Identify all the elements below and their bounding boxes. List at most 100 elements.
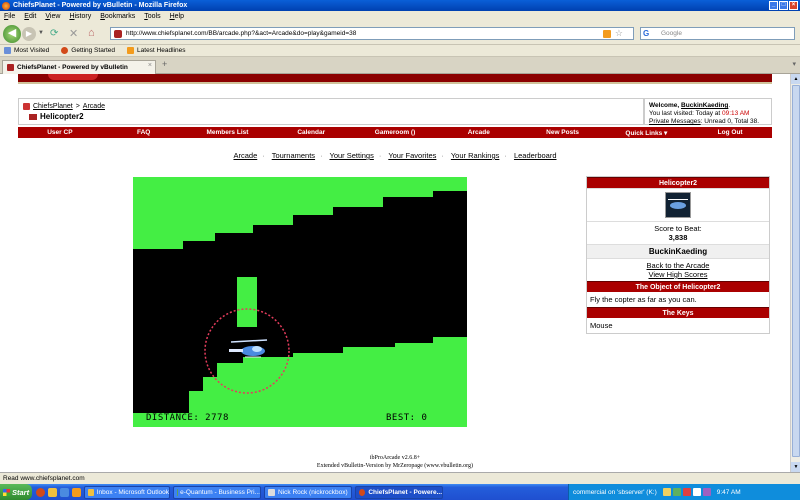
your-favorites-link[interactable]: Your Favorites (388, 151, 436, 160)
history-dropdown-icon[interactable]: ▼ (38, 30, 44, 36)
breadcrumb-separator: > (75, 103, 80, 110)
tab-list-icon[interactable]: ▾ (792, 60, 796, 68)
chat-icon (268, 488, 275, 496)
game-thumbnail[interactable] (665, 192, 691, 218)
close-button[interactable]: × (789, 1, 798, 10)
your-rankings-link[interactable]: Your Rankings (451, 151, 500, 160)
ie-quicklaunch-icon[interactable] (60, 487, 69, 497)
bookmark-most-visited[interactable]: Most Visited (4, 47, 49, 54)
nav-arcade[interactable]: Arcade (437, 129, 521, 136)
nav-dot: · (262, 151, 265, 160)
scroll-thumb[interactable] (792, 85, 800, 457)
nav-user-cp[interactable]: User CP (18, 129, 102, 136)
breadcrumb-root-link[interactable]: ChiefsPlanet (33, 103, 73, 110)
tray-antivirus-icon[interactable] (682, 488, 691, 496)
outlook-quicklaunch-icon[interactable] (48, 487, 57, 497)
start-label: Start (12, 487, 30, 497)
your-settings-link[interactable]: Your Settings (330, 151, 374, 160)
menu-tools[interactable]: Tools (144, 13, 160, 20)
best-score-readout: BEST: 0 (386, 413, 428, 423)
back-to-arcade-link[interactable]: Back to the Arcade (589, 261, 767, 270)
minimize-button[interactable]: _ (769, 1, 778, 10)
vertical-scrollbar[interactable]: ▲ ▼ (790, 74, 800, 472)
back-button[interactable]: ◀ (3, 25, 21, 43)
nav-members-list[interactable]: Members List (186, 129, 270, 136)
arcade-link[interactable]: Arcade (233, 151, 257, 160)
bookmark-star-icon[interactable]: ☆ (615, 28, 623, 39)
desktop-quicklaunch-icon[interactable] (72, 487, 81, 497)
last-visited-label: You last visited: Today at (649, 110, 721, 117)
bookmark-latest-headlines[interactable]: Latest Headlines (127, 47, 185, 54)
header-stripe (18, 82, 772, 84)
nav-faq[interactable]: FAQ (102, 129, 186, 136)
menu-bookmarks[interactable]: Bookmarks (100, 13, 135, 20)
page-content: ChiefsPlanet > Arcade Helicopter2 Welcom… (0, 74, 790, 472)
bookmark-getting-started[interactable]: Getting Started (61, 47, 115, 54)
menu-history[interactable]: History (69, 13, 91, 20)
search-bar[interactable]: G Google ⌕ (640, 27, 795, 40)
top-player: BuckinKaeding (587, 244, 769, 258)
stop-icon[interactable]: ✕ (69, 27, 78, 40)
private-messages-link[interactable]: Private Messages (649, 118, 701, 125)
menu-help[interactable]: Help (170, 13, 184, 20)
tray-clock: 9:47 AM (716, 488, 741, 496)
menu-edit[interactable]: Edit (24, 13, 36, 20)
search-input[interactable]: Google (661, 30, 682, 37)
tab-close-icon[interactable]: × (148, 62, 152, 69)
taskbar-item-equantum[interactable]: e-Quantum - Business Pri... (173, 485, 261, 499)
arcade-footer: ibProArcade v2.6.8+ Extended vBulletin-V… (0, 454, 790, 470)
reload-icon[interactable]: ⟳ (50, 28, 58, 39)
navigation-toolbar: ◀ ▶ ▼ ⟳ ✕ ⌂ http://www.chiefsplanet.com/… (0, 22, 800, 45)
cave-ceiling (133, 177, 467, 249)
helicopter-game-canvas[interactable]: DISTANCE: 2778 BEST: 0 (133, 177, 467, 427)
tray-volume-icon[interactable] (692, 488, 701, 496)
site-logo[interactable] (48, 74, 98, 80)
arcade-nav: Arcade · Tournaments · Your Settings · Your… (0, 151, 790, 160)
breadcrumb-arcade-link[interactable]: Arcade (83, 103, 105, 110)
nav-dot: · (320, 151, 323, 160)
nav-gameroom[interactable]: Gameroom () (353, 129, 437, 136)
forward-button[interactable]: ▶ (22, 27, 36, 41)
browser-tab-active[interactable]: ChiefsPlanet - Powered by vBulletin × (2, 60, 156, 74)
menu-bar: File Edit View History Bookmarks Tools H… (0, 11, 800, 22)
nav-calendar[interactable]: Calendar (269, 129, 353, 136)
nav-dot: · (441, 151, 444, 160)
taskbar-item-firefox[interactable]: ChiefsPlanet - Powere... (355, 485, 443, 499)
scroll-down-arrow[interactable]: ▼ (791, 462, 800, 472)
tray-network-icon[interactable] (672, 488, 681, 496)
maximize-button[interactable]: □ (779, 1, 788, 10)
tournaments-link[interactable]: Tournaments (272, 151, 315, 160)
menu-view[interactable]: View (45, 13, 60, 20)
new-tab-button[interactable]: + (162, 59, 167, 69)
nav-new-posts[interactable]: New Posts (521, 129, 605, 136)
address-bar[interactable]: http://www.chiefsplanet.com/BB/arcade.ph… (110, 27, 634, 40)
site-header-banner (18, 74, 772, 84)
nav-dot: · (504, 151, 507, 160)
tab-strip: ChiefsPlanet - Powered by vBulletin × + … (0, 57, 800, 74)
firefox-icon (2, 1, 10, 10)
bookmarks-toolbar: Most Visited Getting Started Latest Head… (0, 45, 800, 57)
username-link[interactable]: BuckinKaeding (681, 102, 728, 109)
thumbnail-helicopter (670, 202, 686, 209)
breadcrumb: ChiefsPlanet > Arcade (23, 103, 639, 110)
google-search-icon[interactable]: G (643, 29, 653, 38)
start-button[interactable]: Start (0, 484, 32, 500)
taskbar-item-nick-rock[interactable]: Nick Rock (nickrockbox) (264, 485, 352, 499)
rss-feed-icon[interactable] (603, 30, 611, 38)
tray-folder-icon[interactable] (662, 488, 671, 496)
taskbar-item-outlook[interactable]: Inbox - Microsoft Outlook (84, 485, 170, 499)
menu-file[interactable]: File (4, 13, 15, 20)
footer-credit: Extended vBulletin-Version by MrZeropage… (316, 463, 474, 469)
view-high-scores-link[interactable]: View High Scores (589, 270, 767, 279)
firefox-quicklaunch-icon[interactable] (36, 487, 45, 497)
tray-app-icon[interactable] (702, 488, 711, 496)
scroll-up-arrow[interactable]: ▲ (791, 74, 800, 84)
welcome-label: Welcome, (649, 102, 680, 109)
address-url[interactable]: http://www.chiefsplanet.com/BB/arcade.ph… (126, 30, 356, 37)
nav-log-out[interactable]: Log Out (688, 129, 772, 136)
leaderboard-link[interactable]: Leaderboard (514, 151, 557, 160)
panel-links: Back to the Arcade View High Scores (587, 258, 769, 281)
home-icon[interactable]: ⌂ (88, 27, 95, 39)
score-to-beat-label: Score to Beat: (654, 224, 702, 233)
nav-quick-links[interactable]: Quick Links ▾ (604, 129, 688, 137)
